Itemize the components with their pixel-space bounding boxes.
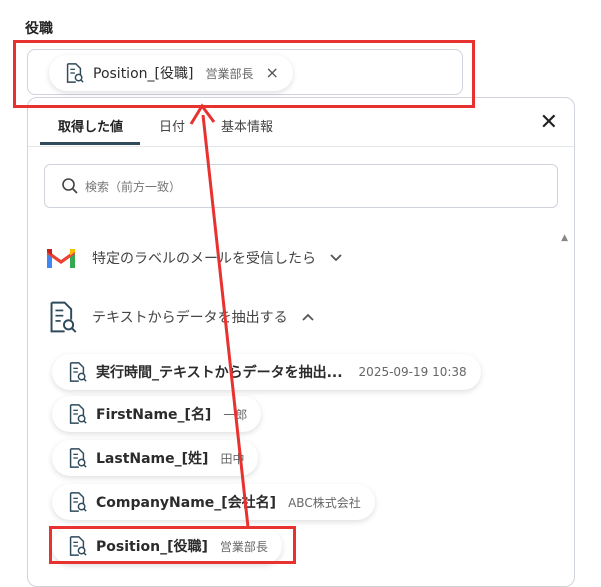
document-search-icon: [66, 63, 84, 83]
remove-token-icon[interactable]: ×: [265, 65, 278, 81]
gmail-icon: [47, 249, 75, 268]
item-value: 2025-09-19 10:38: [358, 365, 467, 379]
document-search-icon: [69, 536, 87, 556]
token-name: Position_[役職]: [93, 66, 194, 82]
scroll-up-icon[interactable]: ▲: [561, 233, 568, 243]
item-name: Position_[役職]: [96, 539, 208, 555]
list-item-selected[interactable]: Position_[役職] 営業部長: [52, 528, 282, 564]
document-search-icon: [69, 492, 87, 512]
document-search-icon: [50, 301, 77, 333]
tab-retrieved-values[interactable]: 取得した値: [58, 116, 123, 135]
section-text-extract[interactable]: テキストからデータを抽出する: [46, 300, 314, 334]
section-label: 特定のラベルのメールを受信したら: [92, 251, 316, 267]
field-token-chip[interactable]: Position_[役職] 営業部長 ×: [49, 55, 293, 91]
search-placeholder: 検索（前方一致）: [85, 179, 182, 194]
token-value: 営業部長: [205, 66, 254, 81]
item-name: LastName_[姓]: [96, 451, 209, 467]
search-input[interactable]: 検索（前方一致）: [44, 164, 558, 208]
tab-basic-info[interactable]: 基本情報: [221, 116, 273, 135]
list-item[interactable]: 実行時間_テキストからデータを抽出... 2025-09-19 10:38: [52, 354, 481, 390]
item-name: CompanyName_[会社名]: [96, 495, 277, 511]
close-icon[interactable]: ✕: [540, 112, 558, 134]
list-item[interactable]: FirstName_[名] 一郎: [52, 396, 262, 432]
list-item[interactable]: LastName_[姓] 田中: [52, 440, 259, 476]
list-item[interactable]: CompanyName_[会社名] ABC株式会社: [52, 484, 375, 520]
section-label: テキストからデータを抽出する: [92, 310, 288, 326]
document-search-icon: [69, 448, 87, 468]
item-value: 一郎: [223, 407, 248, 422]
tab-date[interactable]: 日付: [159, 116, 185, 135]
active-tab-indicator: [40, 142, 140, 145]
tab-bar: 取得した値 日付 基本情報: [28, 98, 574, 147]
item-name: FirstName_[名]: [96, 407, 212, 423]
document-search-icon: [69, 404, 87, 424]
search-icon: [62, 178, 78, 194]
document-search-icon: [69, 362, 87, 382]
item-name: 実行時間_テキストからデータを抽出...: [96, 365, 343, 381]
section-gmail-trigger[interactable]: 特定のラベルのメールを受信したら: [46, 246, 342, 270]
chevron-up-icon: [301, 313, 314, 321]
chevron-down-icon: [330, 254, 342, 262]
item-value: ABC株式会社: [288, 495, 361, 510]
item-value: 営業部長: [219, 539, 268, 554]
field-label-position: 役職: [25, 21, 53, 37]
item-value: 田中: [220, 451, 245, 466]
